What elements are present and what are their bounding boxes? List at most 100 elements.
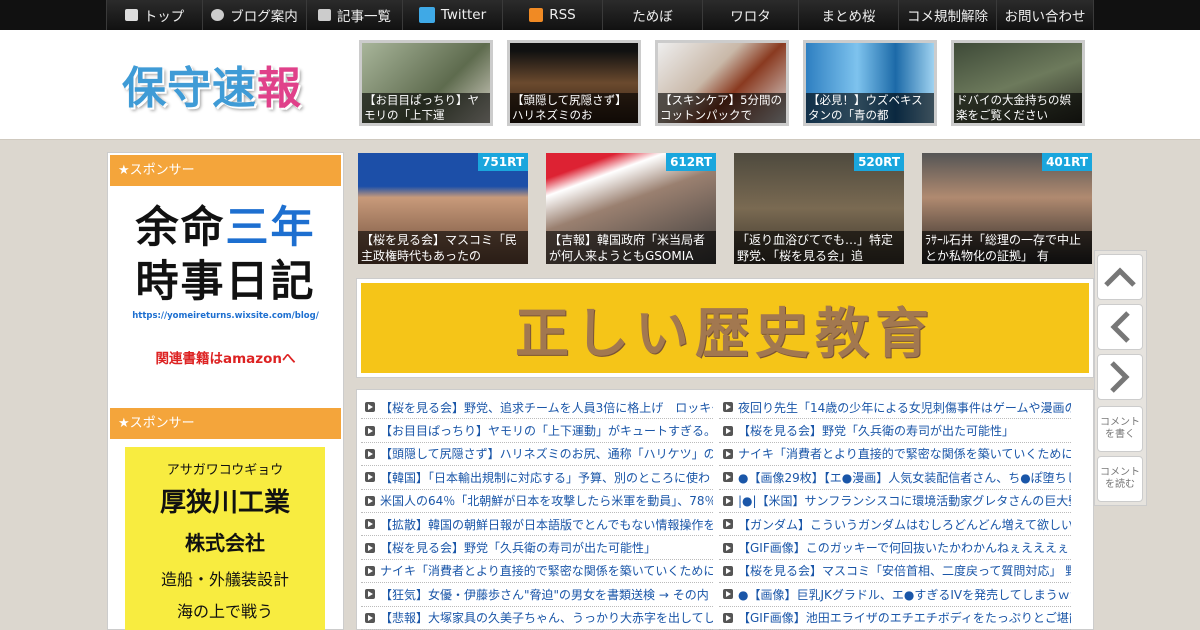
ad1-line1-blue: 三年 <box>225 203 316 253</box>
arrow-bullet-icon <box>723 612 733 623</box>
arrow-bullet-icon <box>723 589 733 600</box>
header-thumb[interactable]: ドバイの大金持ちの娯楽をご覧ください <box>951 40 1085 126</box>
rss-icon <box>529 8 544 22</box>
rt-item[interactable]: 401RT ﾗｻｰﾙ石井「総理の一存で中止とか私物化の証拠」 有 <box>922 153 1092 264</box>
arrow-bullet-icon <box>365 448 375 459</box>
sponsor-heading: ★スポンサー <box>110 408 341 439</box>
nav-tamebo[interactable]: ためぼ <box>602 0 702 30</box>
arrow-bullet-icon <box>365 542 375 553</box>
thumb-caption: 【お目目ぱっちり】ヤモリの「上下運 <box>362 93 490 123</box>
rt-count-badge: 520RT <box>854 153 904 171</box>
history-education-banner[interactable]: 正しい歴史教育 <box>356 278 1094 378</box>
thumb-caption: 【頭隠して尻隠さず】ハリネズミのお <box>510 93 638 123</box>
article-link[interactable]: ●【画像】巨乳JKグラドル、エ●すぎるIVを発売してしまうｗｗ <box>719 583 1071 607</box>
rt-count-badge: 401RT <box>1042 153 1092 171</box>
article-title: |●|【米国】サンフランシスコに環境活動家グレタさんの巨大壁 <box>738 494 1071 509</box>
article-link[interactable]: 【頭隠して尻隠さず】ハリネズミのお尻、通称「ハリケツ」の <box>361 443 713 467</box>
article-title: 【頭隠して尻隠さず】ハリネズミのお尻、通称「ハリケツ」の <box>380 447 713 462</box>
arrow-bullet-icon <box>723 519 733 530</box>
next-article-button[interactable] <box>1097 354 1143 400</box>
article-title: 【桜を見る会】マスコミ「安倍首相、二度戻って質問対応」 野 <box>738 564 1071 579</box>
ad2-kana: アサガワコウギョウ <box>166 463 284 478</box>
ad1-line1-black: 余命 <box>135 203 226 253</box>
header-thumb[interactable]: 【お目目ぱっちり】ヤモリの「上下運 <box>359 40 493 126</box>
article-link[interactable]: 【桜を見る会】マスコミ「安倍首相、二度戻って質問対応」 野 <box>719 560 1071 584</box>
prev-article-button[interactable] <box>1097 304 1143 350</box>
nav-label: トップ <box>143 9 185 25</box>
header-thumb[interactable]: 【スキンケア】5分間のコットンパックで <box>655 40 789 126</box>
article-link[interactable]: 【拡散】韓国の朝鮮日報が日本語版でとんでもない情報操作を <box>361 513 713 537</box>
article-link[interactable]: 【韓国】「日本輸出規制に対応する」予算、別のところに使わ <box>361 466 713 490</box>
nav-twitter[interactable]: Twitter <box>402 0 502 30</box>
rt-count-badge: 612RT <box>666 153 716 171</box>
read-comment-button[interactable]: コメント を読む <box>1097 456 1143 502</box>
article-title: 【桜を見る会】野党「久兵衛の寿司が出た可能性」 <box>738 424 1015 439</box>
header-thumb[interactable]: 【必見！】ウズベキスタンの「青の都 <box>803 40 937 126</box>
banner-text: 正しい歴史教育 <box>515 300 935 365</box>
article-lists: 【桜を見る会】野党、追求チームを人員3倍に格上げ ロッキード【お目目ぱっちり】ヤ… <box>356 389 1094 630</box>
chevron-right-icon <box>1110 361 1130 393</box>
article-title: ナイキ「消費者とより直接的で緊密な関係を築いていくために <box>738 447 1071 462</box>
article-link[interactable]: |●|【米国】サンフランシスコに環境活動家グレタさんの巨大壁 <box>719 490 1071 513</box>
article-title: 米国人の64％「北朝鮮が日本を攻撃したら米軍を動員」、78％ <box>380 494 713 509</box>
nav-comment-unban[interactable]: コメ規制解除 <box>898 0 996 30</box>
article-list-right: 夜回り先生「14歳の少年による女児刺傷事件はゲームや漫画の【桜を見る会】野党「久… <box>719 396 1071 630</box>
ad2-slogan: 海の上で戦う <box>176 602 273 621</box>
article-link[interactable]: 【桜を見る会】野党、追求チームを人員3倍に格上げ ロッキード <box>361 396 713 420</box>
article-link[interactable]: ナイキ「消費者とより直接的で緊密な関係を築いていくために <box>719 443 1071 467</box>
nav-label: ためぼ <box>632 9 673 25</box>
ad1-amazon-link[interactable]: 関連書籍はamazonへ <box>108 347 343 367</box>
nav-warota[interactable]: ワロタ <box>702 0 798 30</box>
ad1-line2: 時事日記 <box>135 257 316 307</box>
article-link[interactable]: 【桜を見る会】野党「久兵衛の寿司が出た可能性」 <box>361 536 713 560</box>
article-link[interactable]: 【悲報】大塚家具の久美子ちゃん、うっかり大赤字を出してし <box>361 607 713 630</box>
article-link[interactable]: 夜回り先生「14歳の少年による女児刺傷事件はゲームや漫画の <box>719 396 1071 420</box>
article-link[interactable]: 【GIF画像】池田エライザのエチエチボディをたっぷりとご堪能 <box>719 607 1071 630</box>
site-logo[interactable]: 保守速報 <box>122 52 302 116</box>
home-icon <box>124 9 138 21</box>
arrow-bullet-icon <box>723 495 733 506</box>
header-thumb[interactable]: 【頭隠して尻隠さず】ハリネズミのお <box>507 40 641 126</box>
article-link[interactable]: 【桜を見る会】野党「久兵衛の寿司が出た可能性」 <box>719 419 1071 443</box>
nav-blog-guide[interactable]: ブログ案内 <box>202 0 306 30</box>
nav-label: Twitter <box>440 7 487 23</box>
nav-rss[interactable]: RSS <box>502 0 602 30</box>
nav-top[interactable]: トップ <box>106 0 202 30</box>
thumb-caption: 【スキンケア】5分間のコットンパックで <box>658 93 786 123</box>
article-title: 【桜を見る会】野党、追求チームを人員3倍に格上げ ロッキード <box>380 400 713 415</box>
sponsor-heading: ★スポンサー <box>110 155 341 186</box>
rt-item[interactable]: 612RT 【吉報】韓国政府「米当局者が何人来ようともGSOMIA <box>546 153 716 264</box>
rt-item[interactable]: 520RT 「返り血浴びてでも…」特定野党、「桜を見る会」追 <box>734 153 904 264</box>
article-link[interactable]: 【GIF画像】このガッキーで何回抜いたかわかんねぇえええぇ <box>719 536 1071 560</box>
nav-article-list[interactable]: 記事一覧 <box>306 0 402 30</box>
info-icon <box>211 9 225 21</box>
article-title: ●【画像29枚】【エ●漫画】人気女装配信者さん、ち●ぽ堕ちし <box>738 470 1071 485</box>
thumb-caption: 【必見！】ウズベキスタンの「青の都 <box>806 93 934 123</box>
sponsor-ad-yomei[interactable]: 余命三年 時事日記 https://yomeireturns.wixsite.c… <box>108 191 343 391</box>
nav-label: まとめ桜 <box>821 9 876 25</box>
write-comment-button[interactable]: コメント を書く <box>1097 406 1143 452</box>
article-link[interactable]: ●【画像29枚】【エ●漫画】人気女装配信者さん、ち●ぽ堕ちし <box>719 466 1071 490</box>
arrow-bullet-icon <box>723 425 733 436</box>
article-title: 【狂気】女優・伊藤歩さん"脅迫"の男女を書類送検 → その内 <box>380 587 709 602</box>
article-title: 【ガンダム】こういうガンダムはむしろどんどん増えて欲しい <box>738 517 1071 532</box>
sponsor-ad-asagawa[interactable]: アサガワコウギョウ 厚狭川工業 株式会社 造船・外艤装設計 海の上で戦う <box>125 447 325 630</box>
article-link[interactable]: 【ガンダム】こういうガンダムはむしろどんどん増えて欲しい <box>719 513 1071 537</box>
nav-matome-sakura[interactable]: まとめ桜 <box>798 0 898 30</box>
article-link[interactable]: 米国人の64％「北朝鮮が日本を攻撃したら米軍を動員」、78％ <box>361 490 713 513</box>
nav-contact[interactable]: お問い合わせ <box>996 0 1094 30</box>
arrow-bullet-icon <box>365 565 375 576</box>
logo-text-blue: 保守速 <box>122 63 257 114</box>
article-link[interactable]: 【狂気】女優・伊藤歩さん"脅迫"の男女を書類送検 → その内 <box>361 583 713 607</box>
article-title: 【韓国】「日本輸出規制に対応する」予算、別のところに使わ <box>380 470 711 485</box>
rt-item[interactable]: 751RT 【桜を見る会】マスコミ「民主政権時代もあったの <box>358 153 528 264</box>
chevron-left-icon <box>1110 311 1130 343</box>
ad2-service: 造船・外艤装設計 <box>160 570 289 589</box>
arrow-bullet-icon <box>723 542 733 553</box>
article-link[interactable]: ナイキ「消費者とより直接的で緊密な関係を築いていくために <box>361 560 713 584</box>
article-link[interactable]: 【お目目ぱっちり】ヤモリの「上下運動」がキュートすぎる。 <box>361 419 713 443</box>
nav-label: RSS <box>549 7 576 23</box>
arrow-bullet-icon <box>365 589 375 600</box>
scroll-top-button[interactable] <box>1097 254 1143 300</box>
rt-caption: ﾗｻｰﾙ石井「総理の一存で中止とか私物化の証拠」 有 <box>922 231 1092 264</box>
